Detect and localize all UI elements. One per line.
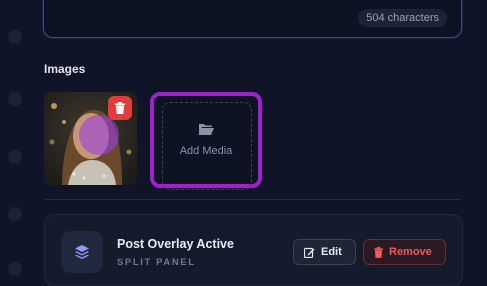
character-count: 504 characters xyxy=(358,9,447,27)
remove-button[interactable]: Remove xyxy=(363,239,446,265)
folder-open-icon xyxy=(198,124,214,135)
add-media-button[interactable]: Add Media xyxy=(150,92,262,190)
trash-icon xyxy=(374,246,383,258)
delete-image-button[interactable] xyxy=(108,96,132,120)
section-divider xyxy=(44,199,461,200)
add-media-label: Add Media xyxy=(179,145,233,157)
edge-decoration xyxy=(8,0,22,276)
description-textarea[interactable]: 504 characters xyxy=(43,0,462,38)
overlay-subtitle: SPLIT PANEL xyxy=(117,257,196,268)
trash-icon xyxy=(115,102,125,114)
edit-button-label: Edit xyxy=(321,246,342,258)
layers-icon-box xyxy=(61,231,103,273)
images-section-title: Images xyxy=(44,62,86,76)
overlay-title: Post Overlay Active xyxy=(117,237,234,251)
layers-icon xyxy=(75,245,89,259)
edit-button[interactable]: Edit xyxy=(293,239,356,265)
remove-button-label: Remove xyxy=(389,246,432,258)
edit-icon xyxy=(304,247,315,258)
post-overlay-card: Post Overlay Active SPLIT PANEL Edit Rem… xyxy=(44,214,463,286)
